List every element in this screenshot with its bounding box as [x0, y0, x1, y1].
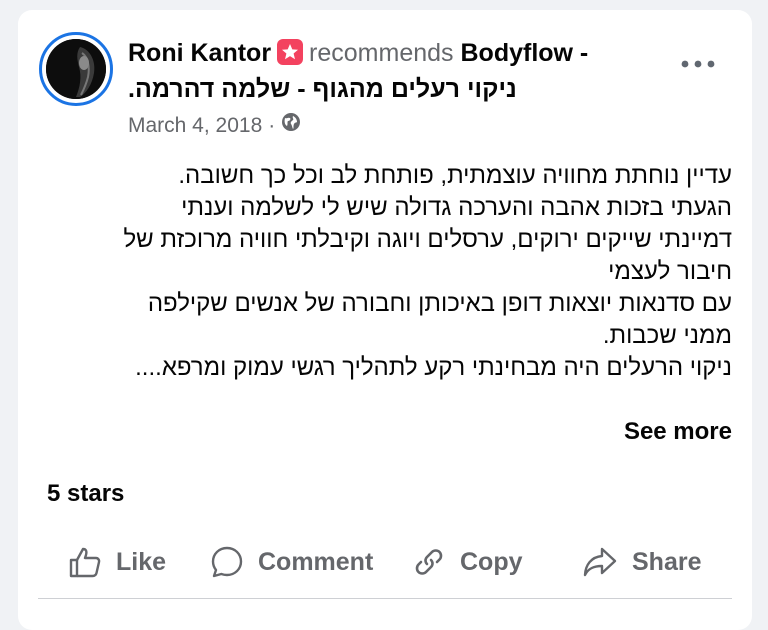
thumbs-up-icon [69, 547, 101, 578]
copy-button[interactable]: Copy [412, 540, 523, 584]
more-options-button[interactable] [678, 52, 718, 76]
post-body-line: דמיינתי שייקים ירוקים, ערסלים ויוגה וקיב… [123, 226, 732, 253]
more-horizontal-icon [681, 60, 715, 68]
share-label: Share [632, 547, 702, 576]
post-header: Roni Kantor recommends Bodyflow - [128, 38, 648, 68]
author-avatar[interactable] [39, 32, 113, 106]
like-label: Like [116, 547, 167, 576]
rating-text: 5 stars [47, 480, 125, 507]
comment-label: Comment [258, 547, 374, 576]
author-name[interactable]: Roni Kantor [128, 39, 271, 67]
meta-separator: · [268, 113, 276, 137]
recommends-text: recommends [309, 39, 454, 67]
review-post-card: Roni Kantor recommends Bodyflow - ניקוי ר… [18, 10, 752, 630]
actions-divider [38, 598, 732, 599]
post-date[interactable]: March 4, 2018 [128, 113, 262, 139]
post-body-line: עדיין נוחתת מחוויה עוצמתית, פותחת לב וכל… [178, 162, 732, 189]
page-name-line1[interactable]: Bodyflow - [461, 39, 589, 67]
post-actions-bar: Like Comment Copy Share [18, 540, 752, 584]
comment-button[interactable]: Comment [210, 540, 373, 584]
avatar-photo [46, 39, 106, 99]
share-button[interactable]: Share [582, 540, 701, 584]
post-body-line: חיבור לעצמי [608, 258, 732, 285]
share-arrow-icon [583, 547, 617, 577]
post-body: עדיין נוחתת מחוויה עוצמתית, פותחת לב וכל… [46, 160, 732, 384]
post-body-line: ניקוי הרעלים היה מבחינתי רקע לתהליך רגשי… [135, 354, 732, 381]
globe-icon [281, 112, 301, 139]
link-chain-icon [415, 549, 443, 575]
post-body-line: ממני שכבות. [602, 322, 732, 349]
like-button[interactable]: Like [68, 540, 166, 584]
post-body-line: הגעתי בזכות אהבה והערכה גדולה שיש לי לשל… [181, 194, 732, 221]
comment-bubble-icon [211, 546, 243, 578]
post-meta: March 4, 2018 · [128, 112, 301, 139]
copy-label: Copy [460, 547, 523, 576]
recommend-star-icon [277, 39, 304, 65]
post-body-line: עם סדנאות יוצאות דופן באיכותן וחבורה של … [147, 290, 732, 317]
page-name-line2[interactable]: ניקוי רעלים מהגוף - שלמה דהרמה. [128, 74, 548, 104]
see-more-link[interactable]: See more [624, 418, 732, 446]
